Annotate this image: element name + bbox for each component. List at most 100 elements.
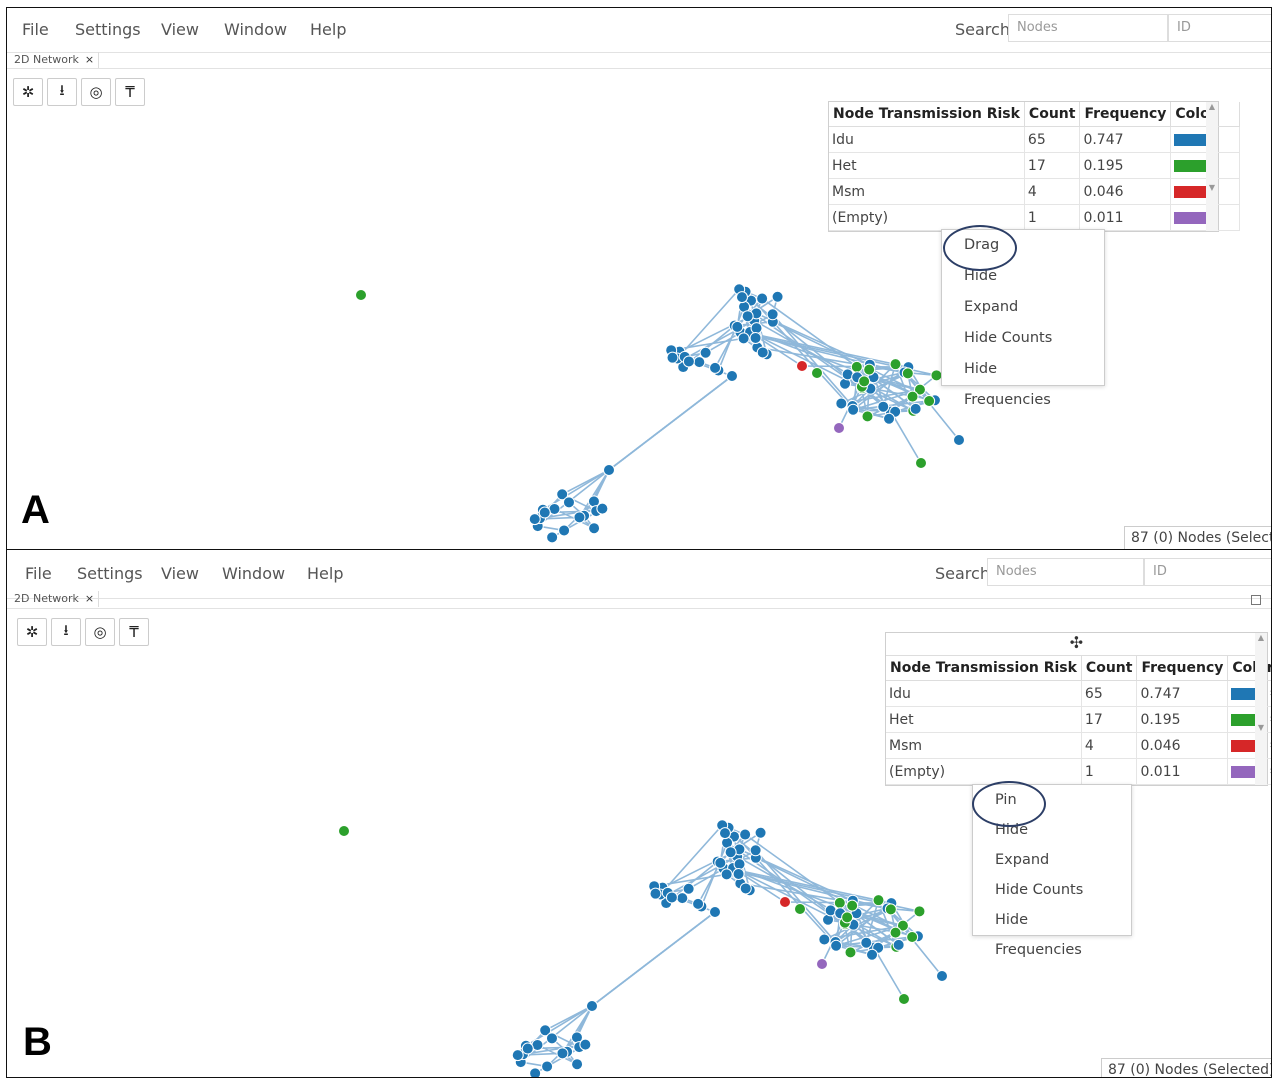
legend-table-a[interactable]: Node Transmission Risk Count Frequency C… [828, 101, 1240, 232]
network-node[interactable] [771, 290, 784, 303]
network-node[interactable] [766, 308, 779, 321]
network-node[interactable] [699, 346, 712, 359]
network-node[interactable] [953, 434, 965, 446]
network-node[interactable] [749, 331, 762, 344]
network-node[interactable] [732, 867, 745, 880]
network-node[interactable] [562, 496, 575, 509]
network-node[interactable] [906, 930, 919, 943]
ctx-hide-counts[interactable]: Hide Counts [942, 323, 1104, 354]
network-node[interactable] [833, 422, 845, 434]
network-node[interactable] [709, 361, 722, 374]
network-node[interactable] [750, 322, 763, 335]
network-node[interactable] [556, 1047, 569, 1060]
network-node[interactable] [511, 1049, 524, 1062]
network-node[interactable] [649, 887, 662, 900]
ctx-hide-frequencies[interactable]: Hide Frequencies [942, 354, 1104, 408]
network-node[interactable] [923, 394, 936, 407]
network-node[interactable] [872, 894, 885, 907]
network-node[interactable] [545, 1032, 558, 1045]
network-node[interactable] [818, 933, 831, 946]
network-node[interactable] [338, 825, 350, 837]
network-node[interactable] [666, 351, 679, 364]
network-node[interactable] [573, 511, 586, 524]
color-swatch[interactable] [1174, 159, 1209, 172]
network-node[interactable] [529, 1067, 542, 1078]
network-node[interactable] [909, 402, 922, 415]
network-node[interactable] [844, 946, 857, 959]
color-swatch[interactable] [1174, 185, 1209, 198]
network-node[interactable] [731, 320, 744, 333]
ctx-hide-counts[interactable]: Hide Counts [973, 875, 1131, 905]
network-node[interactable] [737, 332, 750, 345]
network-node[interactable] [833, 896, 846, 909]
network-node[interactable] [735, 291, 748, 304]
spinner-icon[interactable]: ⇳ [1268, 767, 1271, 777]
network-node[interactable] [546, 531, 559, 544]
network-node[interactable] [709, 906, 721, 918]
network-node[interactable] [521, 1042, 534, 1055]
network-node[interactable] [901, 367, 914, 380]
network-node[interactable] [726, 370, 738, 382]
network-node[interactable] [936, 970, 948, 982]
network-node[interactable] [816, 958, 828, 970]
legend-scrollbar[interactable]: ▲ ▼ [1206, 102, 1218, 231]
network-node[interactable] [558, 524, 571, 537]
spinner-icon[interactable]: ⇳ [1268, 715, 1271, 725]
network-node[interactable] [693, 356, 706, 369]
network-node[interactable] [850, 360, 863, 373]
network-node[interactable] [884, 903, 897, 916]
network-node[interactable] [355, 289, 367, 301]
network-node[interactable] [720, 868, 733, 881]
network-node[interactable] [811, 367, 823, 379]
ctx-expand[interactable]: Expand [942, 292, 1104, 323]
network-node[interactable] [718, 827, 731, 840]
network-node[interactable] [724, 846, 737, 859]
color-swatch[interactable] [1174, 211, 1209, 224]
network-node[interactable] [579, 1038, 592, 1051]
network-node[interactable] [528, 513, 541, 526]
network-node[interactable] [541, 1060, 554, 1073]
network-node[interactable] [754, 826, 767, 839]
legend-table-b[interactable]: ✣ Node Transmission Risk Count Frequency… [885, 632, 1271, 786]
network-node[interactable] [858, 375, 871, 388]
network-node[interactable] [586, 1000, 598, 1012]
network-node[interactable] [898, 993, 910, 1005]
spinner-icon[interactable]: ⇳ [1268, 689, 1271, 699]
network-node[interactable] [739, 828, 752, 841]
network-node[interactable] [682, 882, 695, 895]
network-node[interactable] [749, 844, 762, 857]
network-node[interactable] [861, 410, 874, 423]
network-node[interactable] [796, 360, 808, 372]
network-node[interactable] [913, 905, 926, 918]
legend-drag-handle-icon[interactable]: ✣ [886, 633, 1267, 656]
network-node[interactable] [714, 856, 727, 869]
network-node[interactable] [692, 897, 705, 910]
network-node[interactable] [915, 457, 927, 469]
network-node[interactable] [588, 522, 601, 535]
network-node[interactable] [892, 938, 905, 951]
network-node[interactable] [835, 397, 848, 410]
color-swatch[interactable] [1174, 133, 1209, 146]
legend-scrollbar[interactable]: ▲ ▼ [1255, 633, 1267, 785]
network-node[interactable] [794, 903, 806, 915]
network-node[interactable] [603, 464, 615, 476]
network-node[interactable] [846, 899, 859, 912]
network-node[interactable] [841, 911, 854, 924]
network-node[interactable] [889, 358, 902, 371]
network-node[interactable] [860, 936, 873, 949]
network-node[interactable] [906, 390, 919, 403]
network-node[interactable] [866, 948, 879, 961]
network-node[interactable] [733, 858, 746, 871]
network-node[interactable] [830, 939, 843, 952]
network-node[interactable] [779, 896, 791, 908]
ctx-expand[interactable]: Expand [973, 845, 1131, 875]
network-node[interactable] [596, 502, 609, 515]
network-node[interactable] [847, 403, 860, 416]
ctx-hide-frequencies[interactable]: Hide Frequencies [973, 905, 1131, 958]
network-node[interactable] [883, 412, 896, 425]
network-node[interactable] [756, 346, 769, 359]
network-node[interactable] [538, 506, 551, 519]
network-node[interactable] [676, 892, 689, 905]
network-node[interactable] [682, 355, 695, 368]
network-node[interactable] [665, 891, 678, 904]
